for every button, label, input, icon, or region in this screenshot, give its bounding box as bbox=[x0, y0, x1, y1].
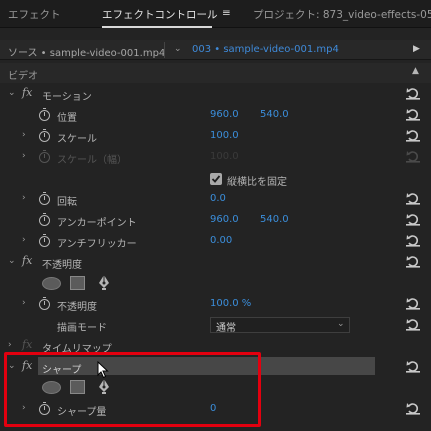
reset-icon[interactable] bbox=[406, 318, 420, 331]
mouse-cursor-icon bbox=[97, 360, 109, 382]
stopwatch-icon[interactable] bbox=[39, 234, 50, 247]
collapse-up-icon[interactable]: ▲ bbox=[412, 66, 419, 76]
ellipse-mask-icon[interactable] bbox=[42, 277, 61, 290]
property-row-position: 位置 960.0 540.0 bbox=[0, 105, 431, 126]
property-row-uniform-scale: 縦横比を固定 bbox=[0, 169, 431, 190]
anchor-x-value[interactable]: 960.0 bbox=[210, 214, 239, 225]
effect-name: 不透明度 bbox=[42, 260, 82, 271]
property-label: 位置 bbox=[57, 113, 77, 124]
position-x-value[interactable]: 960.0 bbox=[210, 109, 239, 120]
active-tab-indicator bbox=[102, 26, 212, 28]
rotation-value[interactable]: 0.0 bbox=[210, 193, 226, 204]
scale-width-value: 100.0 bbox=[210, 151, 239, 162]
section-label: ビデオ bbox=[8, 71, 38, 82]
source-sequence-bar: ソース • sample-video-001.mp4 ⌄ 003 • sampl… bbox=[0, 40, 431, 60]
uniform-scale-label: 縦横比を固定 bbox=[227, 177, 287, 188]
chevron-right-icon[interactable]: › bbox=[8, 340, 12, 350]
property-label: 不透明度 bbox=[57, 302, 97, 313]
chevron-right-icon[interactable]: › bbox=[22, 235, 26, 245]
effect-row-motion[interactable]: ⌄ fx モーション bbox=[0, 84, 431, 105]
source-clip-label[interactable]: ソース • sample-video-001.mp4 bbox=[8, 44, 165, 59]
reset-icon[interactable] bbox=[406, 402, 420, 415]
reset-icon[interactable] bbox=[406, 129, 420, 142]
uniform-scale-checkbox[interactable] bbox=[210, 173, 222, 185]
opacity-value[interactable]: 100.0 % bbox=[210, 298, 251, 309]
chevron-right-icon[interactable]: › bbox=[22, 298, 26, 308]
reset-icon[interactable] bbox=[406, 360, 420, 373]
rectangle-mask-icon[interactable] bbox=[70, 276, 85, 290]
property-label: アンカーポイント bbox=[57, 218, 137, 229]
property-label: スケール bbox=[57, 134, 97, 145]
property-label: アンチフリッカー bbox=[57, 239, 137, 250]
property-label: スケール（幅） bbox=[57, 155, 127, 166]
property-row-scale: › スケール 100.0 bbox=[0, 126, 431, 147]
reset-icon[interactable] bbox=[406, 234, 420, 247]
fx-icon[interactable]: fx bbox=[22, 86, 32, 99]
chevron-down-icon[interactable]: ⌄ bbox=[8, 256, 16, 266]
effect-name: モーション bbox=[42, 92, 92, 103]
effect-row-opacity[interactable]: ⌄ fx 不透明度 bbox=[0, 252, 431, 273]
antiflicker-value[interactable]: 0.00 bbox=[210, 235, 232, 246]
blend-mode-value: 通常 bbox=[216, 323, 236, 334]
property-row-opacity: › 不透明度 100.0 % bbox=[0, 294, 431, 315]
reset-icon[interactable] bbox=[406, 192, 420, 205]
stopwatch-icon[interactable] bbox=[39, 213, 50, 226]
stopwatch-icon[interactable] bbox=[39, 297, 50, 310]
play-arrow-icon[interactable]: ▶ bbox=[413, 44, 420, 54]
reset-icon[interactable] bbox=[406, 108, 420, 121]
stopwatch-icon[interactable] bbox=[39, 108, 50, 121]
property-row-blend-mode: 描画モード 通常 ⌄ bbox=[0, 315, 431, 336]
stopwatch-icon[interactable] bbox=[39, 192, 50, 205]
chevron-right-icon[interactable]: › bbox=[22, 130, 26, 140]
tab-effect-controls[interactable]: エフェクトコントロール bbox=[102, 7, 218, 22]
property-row-anchor-point: アンカーポイント 960.0 540.0 bbox=[0, 210, 431, 231]
reset-icon[interactable] bbox=[406, 255, 420, 268]
stopwatch-icon[interactable] bbox=[39, 129, 50, 142]
panel-menu-icon[interactable]: ≡ bbox=[222, 7, 231, 19]
pen-mask-icon[interactable] bbox=[96, 274, 112, 294]
property-row-rotation: › 回転 0.0 bbox=[0, 189, 431, 210]
reset-icon[interactable] bbox=[406, 87, 420, 100]
chevron-right-icon[interactable]: › bbox=[22, 193, 26, 203]
fx-icon[interactable]: fx bbox=[22, 254, 32, 267]
chevron-down-icon[interactable]: ⌄ bbox=[174, 44, 182, 54]
fx-icon: fx bbox=[22, 338, 33, 351]
divider bbox=[164, 42, 165, 58]
scale-value[interactable]: 100.0 bbox=[210, 130, 239, 141]
chevron-down-icon[interactable]: ⌄ bbox=[8, 88, 16, 98]
reset-icon[interactable] bbox=[406, 213, 420, 226]
mask-tools-opacity bbox=[0, 273, 431, 295]
property-label: 回転 bbox=[57, 197, 77, 208]
tab-project[interactable]: プロジェクト: 873_video-effects-05 bbox=[253, 7, 431, 22]
property-row-antiflicker: › アンチフリッカー 0.00 bbox=[0, 231, 431, 252]
property-row-scale-width: › スケール（幅） 100.0 bbox=[0, 147, 431, 168]
stopwatch-icon bbox=[39, 150, 50, 163]
blend-mode-dropdown[interactable]: 通常 ⌄ bbox=[210, 317, 350, 334]
reset-icon[interactable] bbox=[406, 297, 420, 310]
chevron-down-icon: ⌄ bbox=[337, 319, 345, 329]
highlight-box bbox=[4, 352, 261, 427]
chevron-right-icon: › bbox=[22, 151, 26, 161]
anchor-y-value[interactable]: 540.0 bbox=[260, 214, 289, 225]
video-section-header: ビデオ ▲ bbox=[0, 63, 431, 83]
property-label: 描画モード bbox=[57, 323, 107, 334]
position-y-value[interactable]: 540.0 bbox=[260, 109, 289, 120]
tab-effects[interactable]: エフェクト bbox=[8, 7, 61, 22]
sequence-clip-label[interactable]: 003 • sample-video-001.mp4 bbox=[192, 44, 339, 55]
reset-icon bbox=[406, 150, 420, 163]
